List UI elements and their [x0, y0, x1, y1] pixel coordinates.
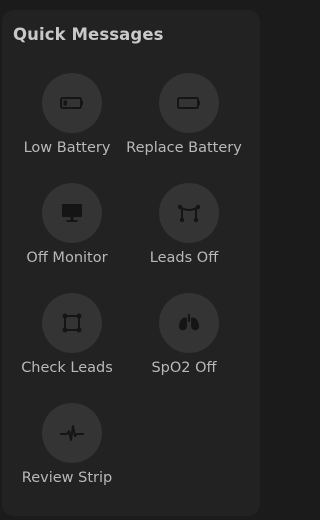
panel-title: Quick Messages [13, 25, 164, 44]
leads-off-button[interactable]: Leads Off [121, 183, 247, 279]
check-leads-icon [62, 313, 82, 333]
off-monitor-button[interactable]: Off Monitor [4, 183, 130, 279]
check-leads-label: Check Leads [21, 360, 113, 376]
review-strip-button[interactable]: Review Strip [4, 403, 130, 499]
leads-off-label: Leads Off [149, 250, 219, 266]
replace-battery-label: Replace Battery [126, 140, 242, 156]
low-battery-icon-circle[interactable] [42, 73, 102, 133]
quick-messages-panel: Quick Messages Low Battery Replace Batte… [2, 10, 260, 516]
leads-off-icon [177, 204, 201, 223]
low-battery-label: Low Battery [23, 140, 111, 156]
battery-empty-icon [177, 97, 200, 109]
replace-battery-icon-circle[interactable] [159, 73, 219, 133]
off-monitor-icon-circle[interactable] [42, 183, 102, 243]
battery-low-icon [60, 97, 83, 109]
review-strip-label: Review Strip [21, 470, 113, 486]
monitor-icon [62, 204, 82, 222]
leads-off-icon-circle[interactable] [159, 183, 219, 243]
review-strip-icon-circle[interactable] [42, 403, 102, 463]
ecg-waveform-icon [60, 425, 84, 441]
off-monitor-label: Off Monitor [26, 250, 108, 266]
low-battery-button[interactable]: Low Battery [4, 73, 130, 169]
spo2-off-label: SpO2 Off [151, 360, 217, 376]
replace-battery-button[interactable]: Replace Battery [121, 73, 247, 169]
check-leads-icon-circle[interactable] [42, 293, 102, 353]
spo2-off-icon-circle[interactable] [159, 293, 219, 353]
spo2-off-button[interactable]: SpO2 Off [121, 293, 247, 389]
check-leads-button[interactable]: Check Leads [4, 293, 130, 389]
lungs-icon [178, 314, 200, 331]
